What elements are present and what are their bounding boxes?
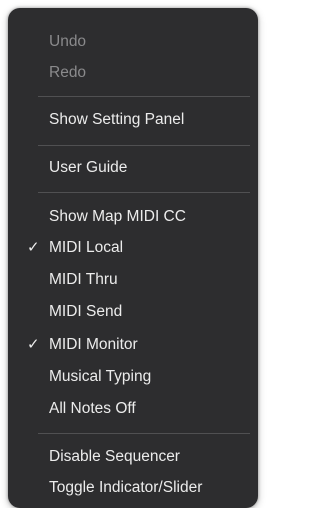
context-menu: Undo Redo Show Setting Panel User Guide … — [8, 8, 258, 508]
checkmark-icon: ✓ — [27, 336, 40, 353]
menu-item-undo-label: Undo — [49, 33, 87, 50]
menu-item-midi-thru-label: MIDI Thru — [49, 271, 118, 288]
menu-item-all-notes-off-label: All Notes Off — [49, 400, 136, 417]
menu-item-midi-monitor[interactable]: ✓ MIDI Monitor — [8, 332, 258, 358]
menu-item-show-map-midi-cc[interactable]: Show Map MIDI CC — [8, 204, 258, 230]
menu-item-toggle-indicator-slider-label: Toggle Indicator/Slider — [49, 479, 203, 496]
menu-separator — [38, 192, 250, 193]
menu-item-midi-thru[interactable]: MIDI Thru — [8, 267, 258, 293]
menu-item-midi-monitor-label: MIDI Monitor — [49, 336, 138, 353]
menu-item-midi-local-label: MIDI Local — [49, 239, 124, 256]
menu-separator — [38, 433, 250, 434]
menu-separator — [38, 145, 250, 146]
menu-item-undo[interactable]: Undo — [8, 29, 258, 55]
menu-item-show-map-midi-cc-label: Show Map MIDI CC — [49, 208, 186, 225]
menu-item-musical-typing-label: Musical Typing — [49, 368, 152, 385]
menu-item-midi-send[interactable]: MIDI Send — [8, 299, 258, 325]
menu-separator — [38, 96, 250, 97]
checkmark-icon: ✓ — [27, 239, 40, 256]
menu-item-disable-sequencer[interactable]: Disable Sequencer — [8, 444, 258, 470]
menu-item-show-setting-panel-label: Show Setting Panel — [49, 111, 185, 128]
menu-item-user-guide-label: User Guide — [49, 159, 128, 176]
menu-item-disable-sequencer-label: Disable Sequencer — [49, 448, 180, 465]
menu-item-redo-label: Redo — [49, 64, 87, 81]
menu-item-all-notes-off[interactable]: All Notes Off — [8, 396, 258, 422]
menu-item-toggle-indicator-slider[interactable]: Toggle Indicator/Slider — [8, 475, 258, 501]
menu-item-midi-local[interactable]: ✓ MIDI Local — [8, 235, 258, 261]
menu-item-redo[interactable]: Redo — [8, 60, 258, 86]
menu-item-midi-send-label: MIDI Send — [49, 303, 123, 320]
menu-item-user-guide[interactable]: User Guide — [8, 155, 258, 181]
menu-item-show-setting-panel[interactable]: Show Setting Panel — [8, 107, 258, 133]
menu-item-musical-typing[interactable]: Musical Typing — [8, 364, 258, 390]
